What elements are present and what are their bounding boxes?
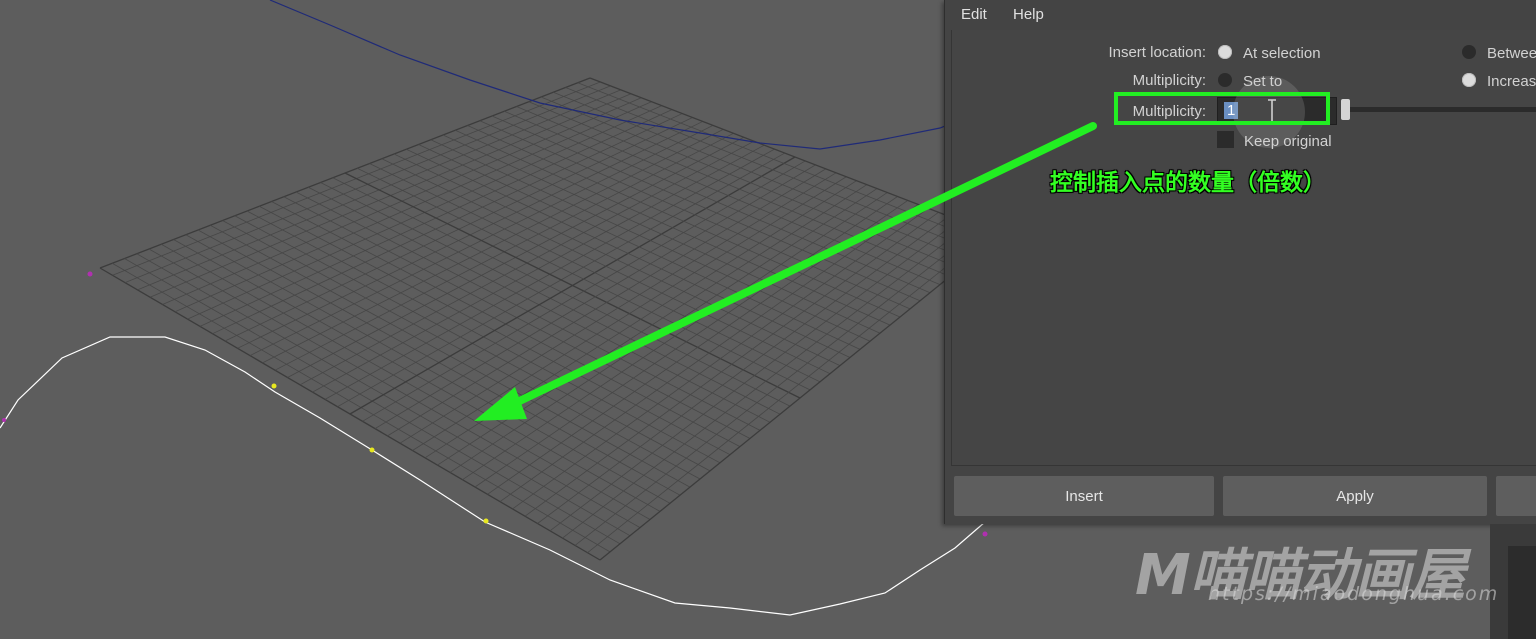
watermark-url: https://miaodonghua.com: [1208, 583, 1500, 605]
